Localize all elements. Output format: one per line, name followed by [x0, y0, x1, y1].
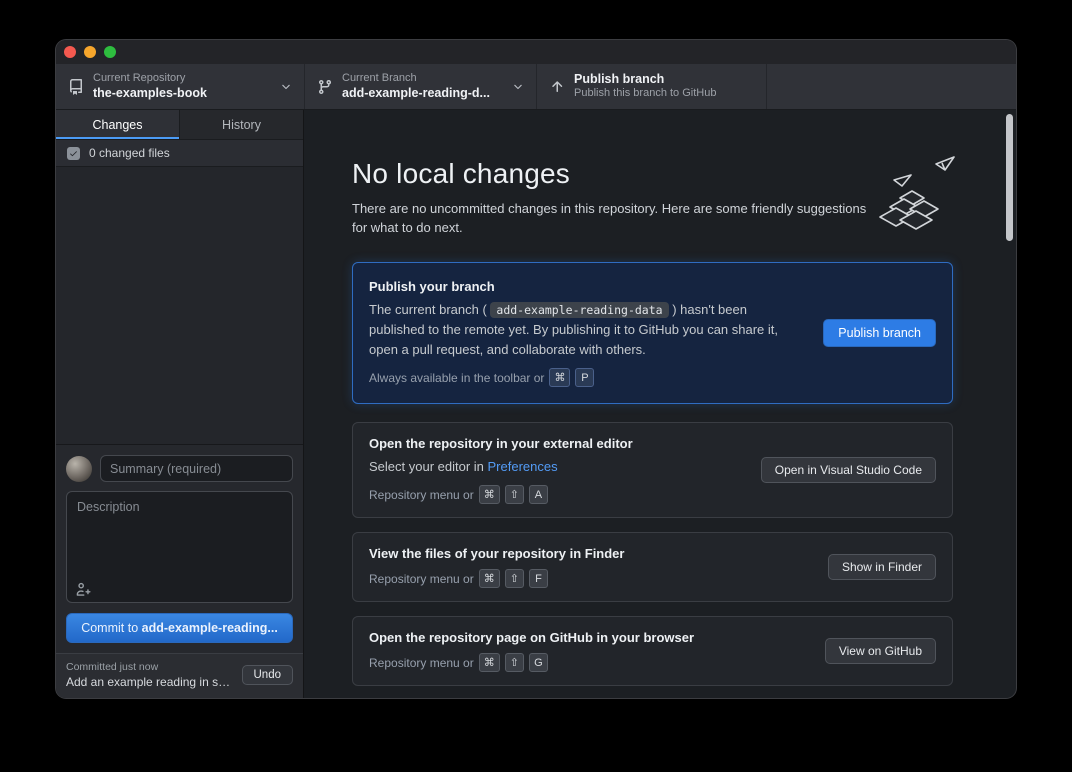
- chevron-down-icon: [512, 81, 524, 93]
- minimize-window-button[interactable]: [84, 46, 96, 58]
- current-branch-dropdown[interactable]: Current Branch add-example-reading-d...: [305, 64, 537, 109]
- current-repository-dropdown[interactable]: Current Repository the-examples-book: [56, 64, 305, 109]
- show-in-finder-button[interactable]: Show in Finder: [828, 554, 936, 580]
- last-commit-message: Add an example reading in semi-...: [66, 675, 234, 689]
- no-local-changes-view: No local changes There are no uncommitte…: [304, 110, 1016, 698]
- close-window-button[interactable]: [64, 46, 76, 58]
- scrollbar[interactable]: [1006, 114, 1013, 241]
- cmd-key: ⌘: [479, 485, 500, 504]
- publish-card-hint: Always available in the toolbar or ⌘ P: [369, 368, 805, 387]
- shift-key: ⇧: [505, 485, 524, 504]
- tab-changes[interactable]: Changes: [56, 110, 180, 139]
- commit-button-branch: add-example-reading...: [142, 621, 278, 635]
- publish-branch-button[interactable]: Publish branch: [823, 319, 936, 347]
- editor-card-body: Select your editor in Preferences: [369, 457, 743, 477]
- select-all-checkbox[interactable]: [67, 147, 80, 160]
- undo-button[interactable]: Undo: [242, 665, 294, 685]
- commit-summary-input[interactable]: [100, 455, 293, 482]
- chevron-down-icon: [280, 81, 292, 93]
- page-subtitle: There are no uncommitted changes in this…: [352, 200, 882, 238]
- publish-card-body-pre: The current branch (: [369, 302, 487, 317]
- current-branch-value: add-example-reading-d...: [342, 86, 490, 102]
- undo-bar: Committed just now Add an example readin…: [56, 653, 303, 698]
- add-coauthor-icon[interactable]: [76, 581, 91, 596]
- traffic-lights: [64, 46, 116, 58]
- g-key: G: [529, 653, 548, 672]
- commit-description-box: [66, 491, 293, 603]
- p-key: P: [575, 368, 594, 387]
- branch-icon: [317, 79, 333, 95]
- commit-button-prefix: Commit to: [81, 621, 141, 635]
- publish-branch-toolbar-subtitle: Publish this branch to GitHub: [574, 87, 716, 101]
- avatar: [66, 456, 92, 482]
- view-on-github-card: Open the repository page on GitHub in yo…: [352, 616, 953, 686]
- paper-airplanes-illustration: [866, 154, 958, 243]
- publish-card-hint-text: Always available in the toolbar or: [369, 371, 544, 385]
- changes-sidebar: Changes History 0 changed files: [56, 110, 304, 698]
- github-desktop-window: Current Repository the-examples-book Cur…: [56, 40, 1016, 698]
- publish-card-title: Publish your branch: [369, 279, 805, 294]
- finder-card-hint: Repository menu or ⌘ ⇧ F: [369, 569, 810, 588]
- cmd-key: ⌘: [549, 368, 570, 387]
- view-on-github-button[interactable]: View on GitHub: [825, 638, 936, 664]
- commit-status-text: Committed just now: [66, 661, 234, 673]
- window-titlebar[interactable]: [56, 40, 1016, 64]
- github-card-hint-text: Repository menu or: [369, 656, 474, 670]
- open-in-editor-button[interactable]: Open in Visual Studio Code: [761, 457, 936, 483]
- repo-icon: [68, 79, 84, 95]
- github-card-title: Open the repository page on GitHub in yo…: [369, 630, 807, 645]
- toolbar: Current Repository the-examples-book Cur…: [56, 64, 1016, 110]
- current-repository-label: Current Repository: [93, 72, 207, 86]
- commit-form: Commit to add-example-reading...: [56, 444, 303, 653]
- open-in-editor-card: Open the repository in your external edi…: [352, 422, 953, 518]
- sidebar-tabs: Changes History: [56, 110, 303, 140]
- cmd-key: ⌘: [479, 653, 500, 672]
- commit-button[interactable]: Commit to add-example-reading...: [66, 613, 293, 643]
- current-repository-value: the-examples-book: [93, 86, 207, 102]
- current-branch-label: Current Branch: [342, 72, 490, 86]
- publish-card-body: The current branch ( add-example-reading…: [369, 300, 805, 360]
- toolbar-empty-area: [767, 64, 1016, 109]
- publish-branch-toolbar-button[interactable]: Publish branch Publish this branch to Gi…: [537, 64, 767, 109]
- editor-card-hint: Repository menu or ⌘ ⇧ A: [369, 485, 743, 504]
- editor-card-hint-text: Repository menu or: [369, 488, 474, 502]
- a-key: A: [529, 485, 548, 504]
- changed-files-count: 0 changed files: [89, 146, 170, 160]
- preferences-link[interactable]: Preferences: [488, 459, 558, 474]
- finder-card-hint-text: Repository menu or: [369, 572, 474, 586]
- editor-card-title: Open the repository in your external edi…: [369, 436, 743, 451]
- zoom-window-button[interactable]: [104, 46, 116, 58]
- commit-description-input[interactable]: [67, 492, 292, 602]
- arrow-up-icon: [549, 79, 565, 95]
- github-card-hint: Repository menu or ⌘ ⇧ G: [369, 653, 807, 672]
- changes-list-empty: [56, 167, 303, 444]
- shift-key: ⇧: [505, 653, 524, 672]
- editor-card-body-pre: Select your editor in: [369, 459, 488, 474]
- shift-key: ⇧: [505, 569, 524, 588]
- changed-files-header[interactable]: 0 changed files: [56, 140, 303, 167]
- finder-card-title: View the files of your repository in Fin…: [369, 546, 810, 561]
- publish-branch-toolbar-title: Publish branch: [574, 72, 716, 88]
- page-title: No local changes: [352, 158, 954, 190]
- f-key: F: [529, 569, 548, 588]
- cmd-key: ⌘: [479, 569, 500, 588]
- branch-name-pill: add-example-reading-data: [490, 302, 668, 318]
- show-in-finder-card: View the files of your repository in Fin…: [352, 532, 953, 602]
- publish-branch-card: Publish your branch The current branch (…: [352, 262, 953, 404]
- tab-history[interactable]: History: [180, 110, 303, 139]
- desktop-background: { "colors": { "accent_blue": "#2d7ce5", …: [0, 0, 1072, 772]
